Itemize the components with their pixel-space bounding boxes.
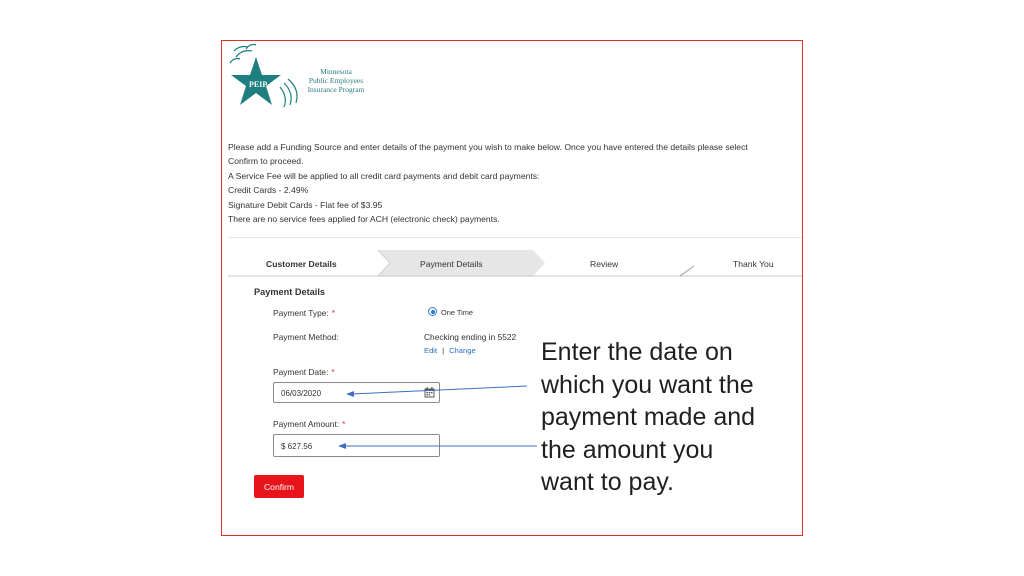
callout-line: Enter the date on [541, 338, 733, 366]
amount-arrow-head [338, 443, 346, 449]
date-arrow-head [346, 391, 354, 397]
callout-line: payment made and [541, 403, 756, 431]
callout-text: Enter the date on which you want the pay… [541, 336, 791, 499]
date-arrow-line [351, 385, 528, 395]
callout-arrows [338, 385, 537, 449]
callout-line: the amount you [541, 435, 714, 464]
callout-line: which you want the [541, 370, 754, 399]
callout-line: want to pay. [541, 468, 674, 496]
